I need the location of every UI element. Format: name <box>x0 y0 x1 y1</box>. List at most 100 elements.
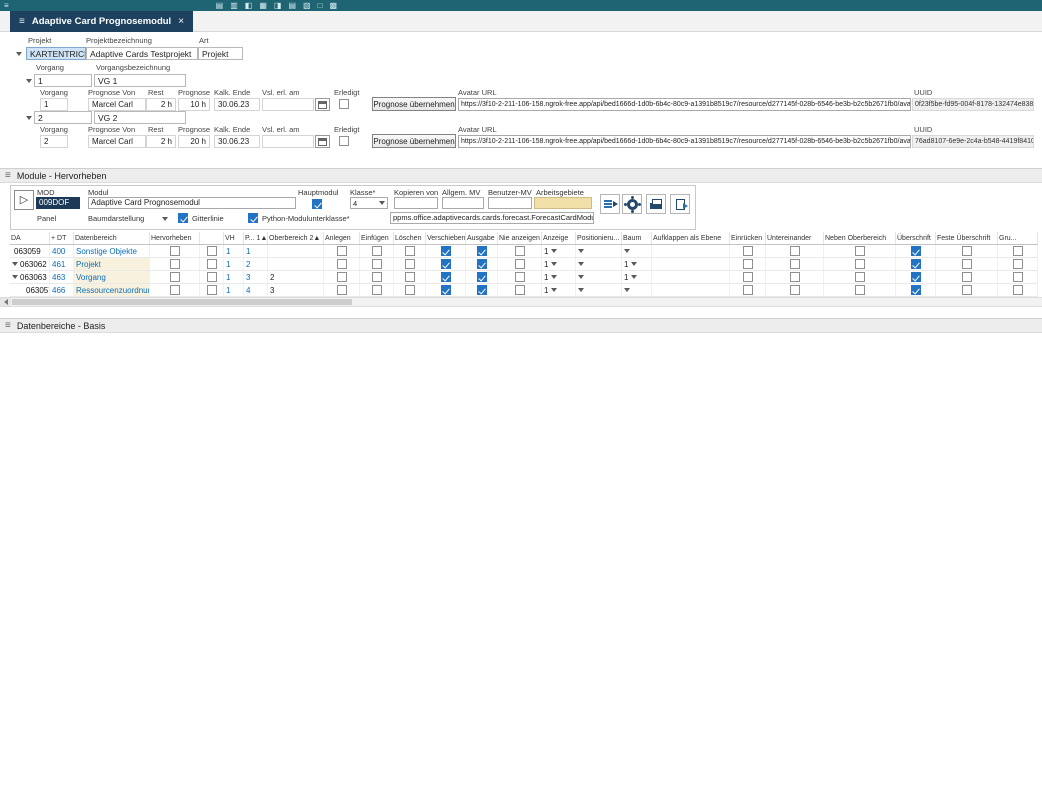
neben-checkbox[interactable] <box>855 259 865 269</box>
project-art-cell[interactable]: Projekt <box>198 47 243 60</box>
prognose-value[interactable]: 10 h <box>178 98 210 111</box>
ueberschrift-checkbox[interactable] <box>911 285 921 295</box>
python-unterklasse-checkbox[interactable] <box>248 213 258 223</box>
column-header[interactable]: Neben Oberbereich <box>824 232 896 244</box>
area-id[interactable]: 063057 <box>10 284 50 296</box>
toolbar-icon-split-horizontal[interactable]: ▥ <box>230 1 238 10</box>
accept-forecast-button[interactable]: Prognose übernehmen <box>372 134 456 148</box>
scrollbar-thumb[interactable] <box>12 299 352 305</box>
column-header[interactable]: Löschen <box>394 232 426 244</box>
nie-checkbox[interactable] <box>515 285 525 295</box>
feste-checkbox[interactable] <box>962 272 972 282</box>
project-expander-icon[interactable] <box>16 52 22 56</box>
ausgabe-checkbox[interactable] <box>477 259 487 269</box>
anzeige-dropdown[interactable]: 1 <box>544 260 557 269</box>
column-header[interactable]: Hervorheben <box>150 232 200 244</box>
section-menu-icon[interactable]: ≡ <box>5 170 11 181</box>
kalk-ende-value[interactable]: 30.06.23 <box>214 135 260 148</box>
anzeige-dropdown[interactable]: 1 <box>544 247 557 256</box>
column-header[interactable]: Nie anzeigen <box>498 232 542 244</box>
column-header[interactable]: Oberbereich 2▲ <box>268 232 324 244</box>
column-header[interactable]: Verschieben <box>426 232 466 244</box>
export-button[interactable] <box>670 194 690 214</box>
toolbar-icon-window[interactable]: □ <box>318 1 323 10</box>
module-list-button[interactable] <box>600 194 620 214</box>
allgem-mv-field[interactable] <box>442 197 484 209</box>
baumdarstellung-dropdown-icon[interactable] <box>162 217 168 221</box>
toolbar-icon-grid[interactable]: ▤ <box>216 1 224 10</box>
klasse-dropdown[interactable]: 4 <box>350 197 388 209</box>
ueberschrift-checkbox[interactable] <box>911 246 921 256</box>
column-header[interactable]: Baum <box>622 232 652 244</box>
column-header[interactable]: Anlegen <box>324 232 360 244</box>
c2-checkbox[interactable] <box>207 259 217 269</box>
vsl-erl-am-input[interactable] <box>262 135 314 148</box>
einfuegen-checkbox[interactable] <box>372 259 382 269</box>
rest-value[interactable]: 2 h <box>146 98 176 111</box>
verschieben-checkbox[interactable] <box>441 285 451 295</box>
project-id-cell[interactable]: KARTENTRICKS <box>26 47 86 60</box>
c2-checkbox[interactable] <box>207 285 217 295</box>
neben-checkbox[interactable] <box>855 246 865 256</box>
gru-checkbox[interactable] <box>1013 272 1023 282</box>
pos-dropdown[interactable] <box>578 275 584 279</box>
nie-checkbox[interactable] <box>515 272 525 282</box>
c2-checkbox[interactable] <box>207 272 217 282</box>
tab-adaptive-card-prognosemodul[interactable]: ≡ Adaptive Card Prognosemodul × <box>10 11 193 32</box>
column-header[interactable]: Einrücken <box>730 232 766 244</box>
column-header[interactable]: + DT <box>50 232 74 244</box>
feste-checkbox[interactable] <box>962 259 972 269</box>
avatar-url-field[interactable]: https://3f10-2-211-106-158.ngrok-free.ap… <box>458 98 911 111</box>
task-name-cell[interactable]: VG 1 <box>94 74 186 87</box>
area-id[interactable]: 063063 <box>10 271 50 283</box>
loeschen-checkbox[interactable] <box>405 246 415 256</box>
vsl-erl-am-input[interactable] <box>262 98 314 111</box>
toolbar-icon-panel-left[interactable]: ◧ <box>245 1 253 10</box>
prognose-von-value[interactable]: Marcel Carl <box>88 98 146 111</box>
anzeige-dropdown[interactable]: 1 <box>544 286 557 295</box>
einfuegen-checkbox[interactable] <box>372 246 382 256</box>
python-class-field[interactable]: ppms.office.adaptivecards.cards.forecast… <box>390 212 594 224</box>
accept-forecast-button[interactable]: Prognose übernehmen <box>372 97 456 111</box>
gru-checkbox[interactable] <box>1013 259 1023 269</box>
vorgang-value[interactable]: 2 <box>40 135 68 148</box>
ausgabe-checkbox[interactable] <box>477 285 487 295</box>
pos-dropdown[interactable] <box>578 262 584 266</box>
kopieren-von-field[interactable] <box>394 197 438 209</box>
c2-checkbox[interactable] <box>207 246 217 256</box>
untereinander-checkbox[interactable] <box>790 285 800 295</box>
column-header[interactable]: Untereinander <box>766 232 824 244</box>
anlegen-checkbox[interactable] <box>337 285 347 295</box>
verschieben-checkbox[interactable] <box>441 246 451 256</box>
anzeige-dropdown[interactable]: 1 <box>544 273 557 282</box>
erledigt-checkbox[interactable] <box>339 136 349 146</box>
uuid-field[interactable]: 0f23f5be-fd95-004f-8178-132474e8386e <box>912 98 1034 111</box>
column-header[interactable]: Überschrift <box>896 232 936 244</box>
horizontal-scrollbar[interactable] <box>0 297 1042 307</box>
gru-checkbox[interactable] <box>1013 246 1023 256</box>
einruecken-checkbox[interactable] <box>743 285 753 295</box>
menu-icon[interactable]: ≡ <box>4 1 9 10</box>
task-nr-cell[interactable]: 1 <box>34 74 92 87</box>
anlegen-checkbox[interactable] <box>337 246 347 256</box>
kalk-ende-value[interactable]: 30.06.23 <box>214 98 260 111</box>
neben-checkbox[interactable] <box>855 272 865 282</box>
baum-dropdown[interactable] <box>624 249 630 253</box>
basis-section-header[interactable]: ≡ Datenbereiche - Basis <box>0 318 1042 333</box>
uuid-field[interactable]: 76ad8107-6e9e-2c4a-b548-4419f84105e1 <box>912 135 1034 148</box>
calendar-button[interactable] <box>315 135 330 148</box>
nie-checkbox[interactable] <box>515 259 525 269</box>
baum-dropdown[interactable]: 1 <box>624 273 637 282</box>
avatar-url-field[interactable]: https://3f10-2-211-106-158.ngrok-free.ap… <box>458 135 911 148</box>
rest-value[interactable]: 2 h <box>146 135 176 148</box>
loeschen-checkbox[interactable] <box>405 272 415 282</box>
ausgabe-checkbox[interactable] <box>477 272 487 282</box>
hervorheben-checkbox[interactable] <box>170 246 180 256</box>
settings-gear-button[interactable] <box>622 194 642 214</box>
column-header[interactable]: Ausgabe <box>466 232 498 244</box>
column-header[interactable]: Aufklappen als Ebene <box>652 232 730 244</box>
untereinander-checkbox[interactable] <box>790 259 800 269</box>
arbeitsgebiete-field[interactable] <box>534 197 592 209</box>
toolbar-icon-panel-right[interactable]: ◨ <box>274 1 282 10</box>
feste-checkbox[interactable] <box>962 246 972 256</box>
